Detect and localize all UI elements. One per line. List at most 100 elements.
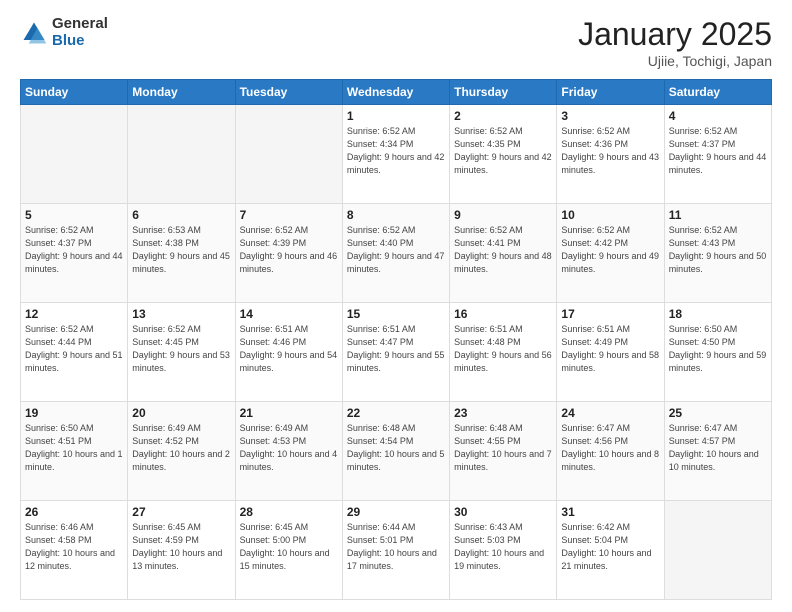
day-number: 29: [347, 505, 445, 519]
day-number: 15: [347, 307, 445, 321]
calendar-cell: 28 Sunrise: 6:45 AM Sunset: 5:00 PM Dayli…: [235, 501, 342, 600]
calendar-cell: 26Sunrise: 6:46 AM Sunset: 4:58 PM Dayli…: [21, 501, 128, 600]
calendar-cell: 3Sunrise: 6:52 AM Sunset: 4:36 PM Daylig…: [557, 105, 664, 204]
page: General Blue January 2025 Ujiie, Tochigi…: [0, 0, 792, 612]
calendar-cell: [235, 105, 342, 204]
logo-text: General Blue: [52, 16, 108, 49]
calendar-header-thursday: Thursday: [450, 80, 557, 105]
day-info: Sunrise: 6:52 AM Sunset: 4:45 PM Dayligh…: [132, 323, 230, 375]
day-number: 12: [25, 307, 123, 321]
calendar-header-friday: Friday: [557, 80, 664, 105]
calendar-header-monday: Monday: [128, 80, 235, 105]
calendar-cell: 16 Sunrise: 6:51 AM Sunset: 4:48 PM Dayli…: [450, 303, 557, 402]
day-number: 30: [454, 505, 552, 519]
calendar-week-2: 12 Sunrise: 6:52 AM Sunset: 4:44 PM Dayli…: [21, 303, 772, 402]
day-number: 6: [132, 208, 230, 222]
calendar-table: SundayMondayTuesdayWednesdayThursdayFrid…: [20, 79, 772, 600]
day-info: Sunrise: 6:43 AM Sunset: 5:03 PM Dayligh…: [454, 521, 552, 573]
calendar-cell: 8 Sunrise: 6:52 AM Sunset: 4:40 PM Daylig…: [342, 204, 449, 303]
day-number: 24: [561, 406, 659, 420]
calendar-cell: 7Sunrise: 6:52 AM Sunset: 4:39 PM Daylig…: [235, 204, 342, 303]
calendar-cell: 18 Sunrise: 6:50 AM Sunset: 4:50 PM Dayli…: [664, 303, 771, 402]
calendar-cell: 25 Sunrise: 6:47 AM Sunset: 4:57 PM Dayli…: [664, 402, 771, 501]
calendar-cell: 11Sunrise: 6:52 AM Sunset: 4:43 PM Dayli…: [664, 204, 771, 303]
day-info: Sunrise: 6:52 AM Sunset: 4:42 PM Dayligh…: [561, 224, 659, 276]
calendar-cell: 9 Sunrise: 6:52 AM Sunset: 4:41 PM Daylig…: [450, 204, 557, 303]
logo-icon: [20, 19, 48, 47]
calendar-week-1: 5 Sunrise: 6:52 AM Sunset: 4:37 PM Daylig…: [21, 204, 772, 303]
calendar-cell: 31Sunrise: 6:42 AM Sunset: 5:04 PM Dayli…: [557, 501, 664, 600]
day-info: Sunrise: 6:47 AM Sunset: 4:57 PM Dayligh…: [669, 422, 767, 474]
day-number: 5: [25, 208, 123, 222]
calendar-cell: 15Sunrise: 6:51 AM Sunset: 4:47 PM Dayli…: [342, 303, 449, 402]
calendar-cell: 22 Sunrise: 6:48 AM Sunset: 4:54 PM Dayli…: [342, 402, 449, 501]
calendar-week-4: 26Sunrise: 6:46 AM Sunset: 4:58 PM Dayli…: [21, 501, 772, 600]
logo-blue: Blue: [52, 33, 108, 50]
day-info: Sunrise: 6:52 AM Sunset: 4:36 PM Dayligh…: [561, 125, 659, 177]
day-number: 23: [454, 406, 552, 420]
calendar-cell: 24 Sunrise: 6:47 AM Sunset: 4:56 PM Dayli…: [557, 402, 664, 501]
day-number: 10: [561, 208, 659, 222]
calendar-header-sunday: Sunday: [21, 80, 128, 105]
day-info: Sunrise: 6:52 AM Sunset: 4:37 PM Dayligh…: [25, 224, 123, 276]
calendar-cell: 10 Sunrise: 6:52 AM Sunset: 4:42 PM Dayli…: [557, 204, 664, 303]
calendar-cell: 5 Sunrise: 6:52 AM Sunset: 4:37 PM Daylig…: [21, 204, 128, 303]
day-number: 13: [132, 307, 230, 321]
calendar-header-saturday: Saturday: [664, 80, 771, 105]
day-number: 16: [454, 307, 552, 321]
calendar-cell: 2 Sunrise: 6:52 AM Sunset: 4:35 PM Daylig…: [450, 105, 557, 204]
header: General Blue January 2025 Ujiie, Tochigi…: [20, 16, 772, 69]
day-number: 27: [132, 505, 230, 519]
day-info: Sunrise: 6:45 AM Sunset: 4:59 PM Dayligh…: [132, 521, 230, 573]
day-info: Sunrise: 6:52 AM Sunset: 4:43 PM Dayligh…: [669, 224, 767, 276]
calendar-cell: 13 Sunrise: 6:52 AM Sunset: 4:45 PM Dayli…: [128, 303, 235, 402]
day-info: Sunrise: 6:50 AM Sunset: 4:51 PM Dayligh…: [25, 422, 123, 474]
calendar-cell: 23 Sunrise: 6:48 AM Sunset: 4:55 PM Dayli…: [450, 402, 557, 501]
day-info: Sunrise: 6:52 AM Sunset: 4:37 PM Dayligh…: [669, 125, 767, 177]
calendar-cell: 17Sunrise: 6:51 AM Sunset: 4:49 PM Dayli…: [557, 303, 664, 402]
day-number: 14: [240, 307, 338, 321]
day-info: Sunrise: 6:50 AM Sunset: 4:50 PM Dayligh…: [669, 323, 767, 375]
day-info: Sunrise: 6:51 AM Sunset: 4:48 PM Dayligh…: [454, 323, 552, 375]
calendar-cell: [21, 105, 128, 204]
calendar-cell: 1 Sunrise: 6:52 AM Sunset: 4:34 PM Daylig…: [342, 105, 449, 204]
day-number: 28: [240, 505, 338, 519]
logo-general: General: [52, 16, 108, 33]
calendar-week-3: 19Sunrise: 6:50 AM Sunset: 4:51 PM Dayli…: [21, 402, 772, 501]
day-info: Sunrise: 6:53 AM Sunset: 4:38 PM Dayligh…: [132, 224, 230, 276]
calendar-cell: 20Sunrise: 6:49 AM Sunset: 4:52 PM Dayli…: [128, 402, 235, 501]
day-info: Sunrise: 6:51 AM Sunset: 4:46 PM Dayligh…: [240, 323, 338, 375]
day-info: Sunrise: 6:47 AM Sunset: 4:56 PM Dayligh…: [561, 422, 659, 474]
day-number: 25: [669, 406, 767, 420]
day-info: Sunrise: 6:52 AM Sunset: 4:35 PM Dayligh…: [454, 125, 552, 177]
calendar-cell: 19Sunrise: 6:50 AM Sunset: 4:51 PM Dayli…: [21, 402, 128, 501]
day-number: 1: [347, 109, 445, 123]
day-number: 8: [347, 208, 445, 222]
calendar-cell: 27 Sunrise: 6:45 AM Sunset: 4:59 PM Dayli…: [128, 501, 235, 600]
calendar-header-tuesday: Tuesday: [235, 80, 342, 105]
day-info: Sunrise: 6:48 AM Sunset: 4:54 PM Dayligh…: [347, 422, 445, 474]
calendar-cell: 12 Sunrise: 6:52 AM Sunset: 4:44 PM Dayli…: [21, 303, 128, 402]
day-number: 9: [454, 208, 552, 222]
calendar-cell: 4 Sunrise: 6:52 AM Sunset: 4:37 PM Daylig…: [664, 105, 771, 204]
day-number: 2: [454, 109, 552, 123]
day-info: Sunrise: 6:52 AM Sunset: 4:41 PM Dayligh…: [454, 224, 552, 276]
day-info: Sunrise: 6:52 AM Sunset: 4:44 PM Dayligh…: [25, 323, 123, 375]
day-info: Sunrise: 6:52 AM Sunset: 4:39 PM Dayligh…: [240, 224, 338, 276]
day-number: 17: [561, 307, 659, 321]
day-number: 18: [669, 307, 767, 321]
calendar-week-0: 1 Sunrise: 6:52 AM Sunset: 4:34 PM Daylig…: [21, 105, 772, 204]
calendar-cell: [128, 105, 235, 204]
day-info: Sunrise: 6:48 AM Sunset: 4:55 PM Dayligh…: [454, 422, 552, 474]
day-info: Sunrise: 6:52 AM Sunset: 4:34 PM Dayligh…: [347, 125, 445, 177]
calendar-cell: 14 Sunrise: 6:51 AM Sunset: 4:46 PM Dayli…: [235, 303, 342, 402]
day-number: 22: [347, 406, 445, 420]
day-number: 31: [561, 505, 659, 519]
day-info: Sunrise: 6:52 AM Sunset: 4:40 PM Dayligh…: [347, 224, 445, 276]
day-info: Sunrise: 6:45 AM Sunset: 5:00 PM Dayligh…: [240, 521, 338, 573]
day-number: 4: [669, 109, 767, 123]
calendar-cell: 6 Sunrise: 6:53 AM Sunset: 4:38 PM Daylig…: [128, 204, 235, 303]
day-number: 20: [132, 406, 230, 420]
logo: General Blue: [20, 16, 108, 49]
title-month: January 2025: [578, 16, 772, 53]
